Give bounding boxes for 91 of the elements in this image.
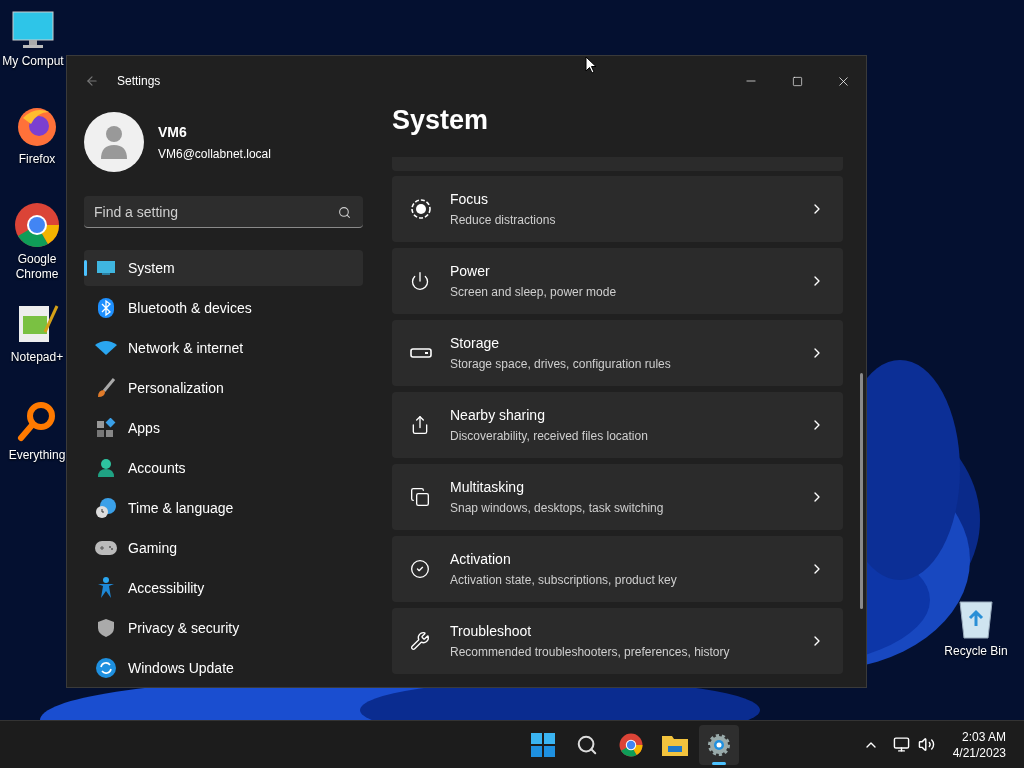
network-icon[interactable] [892, 736, 910, 753]
nav-item[interactable]: Gaming [84, 530, 363, 566]
cursor-icon [585, 56, 597, 74]
drive-icon [410, 348, 432, 358]
nav-label: Windows Update [128, 658, 234, 678]
bluetooth-icon [98, 298, 114, 318]
settings-card[interactable]: Storage Storage space, drives, configuration rules [392, 320, 843, 386]
profile-name: VM6 [158, 122, 188, 142]
selection-indicator [84, 260, 87, 276]
nav-item[interactable]: Network & internet [84, 330, 363, 366]
nav-label: Network & internet [128, 338, 244, 358]
settings-card[interactable]: Power Screen and sleep, power mode [392, 248, 843, 314]
display-icon [96, 260, 116, 276]
desktop-icon-label[interactable]: Recycle Bin [944, 644, 1008, 659]
nav-label: Accounts [128, 458, 186, 478]
clock[interactable]: 2:03 AM 4/21/2023 [952, 728, 1006, 761]
card-subtitle: Activation state, subscriptions, product key [450, 572, 678, 589]
nav-label: Bluetooth & devices [128, 298, 252, 318]
card-title: Storage [450, 334, 501, 353]
settings-card[interactable]: Nearby sharing Discoverability, received files location [392, 392, 843, 458]
accessibility-icon [97, 577, 115, 599]
card-subtitle: Snap windows, desktops, task switching [450, 500, 665, 517]
card-subtitle: Screen and sleep, power mode [450, 284, 618, 301]
card-subtitle: Reduce distractions [450, 212, 557, 229]
maximize-icon [791, 75, 803, 87]
scrollbar-thumb[interactable] [860, 373, 863, 609]
search-field[interactable]: Find a setting [84, 196, 363, 228]
sync-icon [96, 658, 116, 678]
card-title: Power [450, 262, 491, 281]
card-title: Multitasking [450, 478, 525, 497]
folder-icon [662, 733, 689, 756]
nav-label: Apps [128, 418, 160, 438]
card-title: Nearby sharing [450, 406, 546, 425]
settings-card[interactable]: Activation Activation state, subscriptions, product key [392, 536, 843, 602]
card-subtitle: Storage space, drives, configuration rules [450, 356, 672, 373]
search-icon [338, 206, 351, 219]
settings-card[interactable]: Focus Reduce distractions [392, 176, 843, 242]
desktop-icon-label[interactable]: My Comput [2, 54, 64, 69]
desktop-icon-label[interactable]: Everything [8, 448, 66, 463]
nav-label: System [128, 258, 175, 278]
globe-clock-icon [95, 497, 117, 519]
nav-label: Privacy & security [128, 618, 240, 638]
page-title: System [392, 104, 490, 137]
taskbar-button[interactable] [699, 724, 740, 765]
chrome-icon [14, 202, 60, 248]
nav-item[interactable]: Time & language [84, 490, 363, 526]
nav-item[interactable]: Privacy & security [84, 610, 363, 646]
profile-email: VM6@collabnet.local [158, 145, 271, 163]
wifi-icon [95, 341, 117, 355]
share-icon [410, 415, 430, 435]
person-icon [96, 458, 116, 478]
nav-item[interactable]: Personalization [84, 370, 363, 406]
settings-card[interactable]: Troubleshoot Recommended troubleshooters, preferences, history [392, 608, 843, 674]
nav-label: Personalization [128, 378, 224, 398]
nav-label: Accessibility [128, 578, 205, 598]
search-icon [576, 733, 599, 756]
nav-label: Gaming [128, 538, 178, 558]
desktop-icon-label[interactable]: Firefox [18, 152, 56, 167]
windows-icon [410, 487, 430, 507]
nav-item[interactable]: Bluetooth & devices [84, 290, 363, 326]
person-icon [100, 125, 128, 159]
nav-label: Time & language [128, 498, 234, 518]
wrench-icon [410, 631, 430, 651]
nav-item[interactable]: Accounts [84, 450, 363, 486]
nav-item[interactable]: Apps [84, 410, 363, 446]
brush-icon [96, 378, 116, 398]
nav-item[interactable]: Accessibility [84, 570, 363, 606]
chrome-icon [619, 732, 644, 757]
gear-icon [707, 732, 732, 757]
apps-icon [96, 418, 116, 438]
desktop-icon-label[interactable]: Google Chrome [8, 252, 66, 282]
card-subtitle: Discoverability, received files location [450, 428, 649, 445]
power-icon [410, 271, 430, 291]
check-circle-icon [410, 559, 430, 579]
card-title: Focus [450, 190, 490, 209]
window-title: Settings [117, 73, 161, 90]
gamepad-icon [95, 541, 117, 555]
nav-item[interactable]: Windows Update [84, 650, 363, 686]
volume-icon[interactable] [917, 736, 935, 753]
back-icon[interactable] [85, 74, 99, 88]
settings-card[interactable]: Multitasking Snap windows, desktops, task switching [392, 464, 843, 530]
card-title: Troubleshoot [450, 622, 533, 641]
card-title: Activation [450, 550, 512, 569]
monitor-icon [11, 10, 55, 50]
desktop-icon-label[interactable]: Notepad+ [10, 350, 64, 365]
nav-item[interactable]: System [84, 250, 363, 286]
focus-icon [410, 198, 432, 220]
shield-icon [97, 618, 115, 638]
active-indicator [712, 761, 727, 765]
card-subtitle: Recommended troubleshooters, preferences, history [450, 644, 731, 661]
windows-logo-icon [531, 732, 556, 757]
